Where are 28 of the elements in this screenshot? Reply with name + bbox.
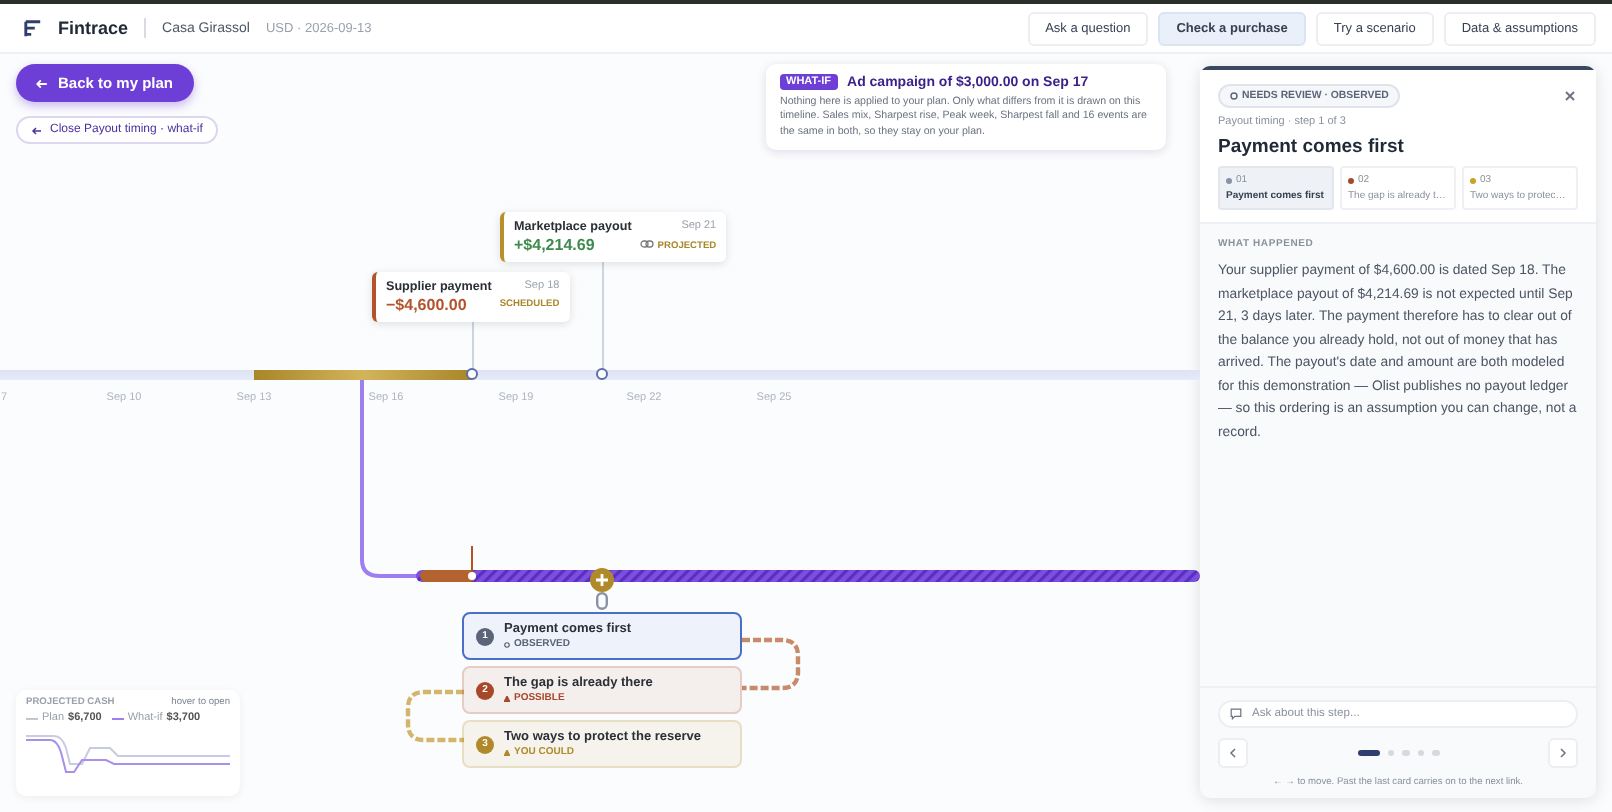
chain-link-drawing (742, 634, 806, 694)
logo-icon (24, 19, 42, 37)
page-dot[interactable] (1432, 749, 1439, 757)
chain-link-drawing (596, 592, 608, 610)
next-button[interactable] (1548, 738, 1578, 768)
event-marker-icon[interactable] (466, 368, 478, 380)
brand-name: Fintrace (58, 18, 129, 38)
chat-bubble-icon (1230, 708, 1242, 720)
status-ring-icon (1230, 92, 1238, 100)
page-dot[interactable] (1402, 749, 1409, 757)
status-marker-icon (504, 641, 510, 647)
panel-title: Payment comes first (1218, 136, 1406, 158)
chevron-right-icon (1558, 748, 1568, 758)
status-marker-icon (504, 695, 510, 701)
event-marker-icon[interactable] (596, 368, 608, 380)
add-icon[interactable] (590, 568, 614, 592)
chevron-left-icon (1228, 748, 1238, 758)
event-amount: −$4,600.00 (386, 296, 469, 314)
close-icon[interactable] (1562, 88, 1578, 104)
arrow-left-icon (32, 125, 42, 135)
page-dot[interactable] (1417, 749, 1424, 757)
event-amount: +$4,214.69 (514, 236, 597, 254)
link-icon (639, 239, 654, 247)
status-marker-icon (504, 749, 510, 755)
page-dot[interactable] (1387, 749, 1394, 757)
chain-link-drawing (400, 686, 464, 746)
arrow-left-icon (36, 77, 48, 89)
previous-button[interactable] (1218, 738, 1248, 768)
